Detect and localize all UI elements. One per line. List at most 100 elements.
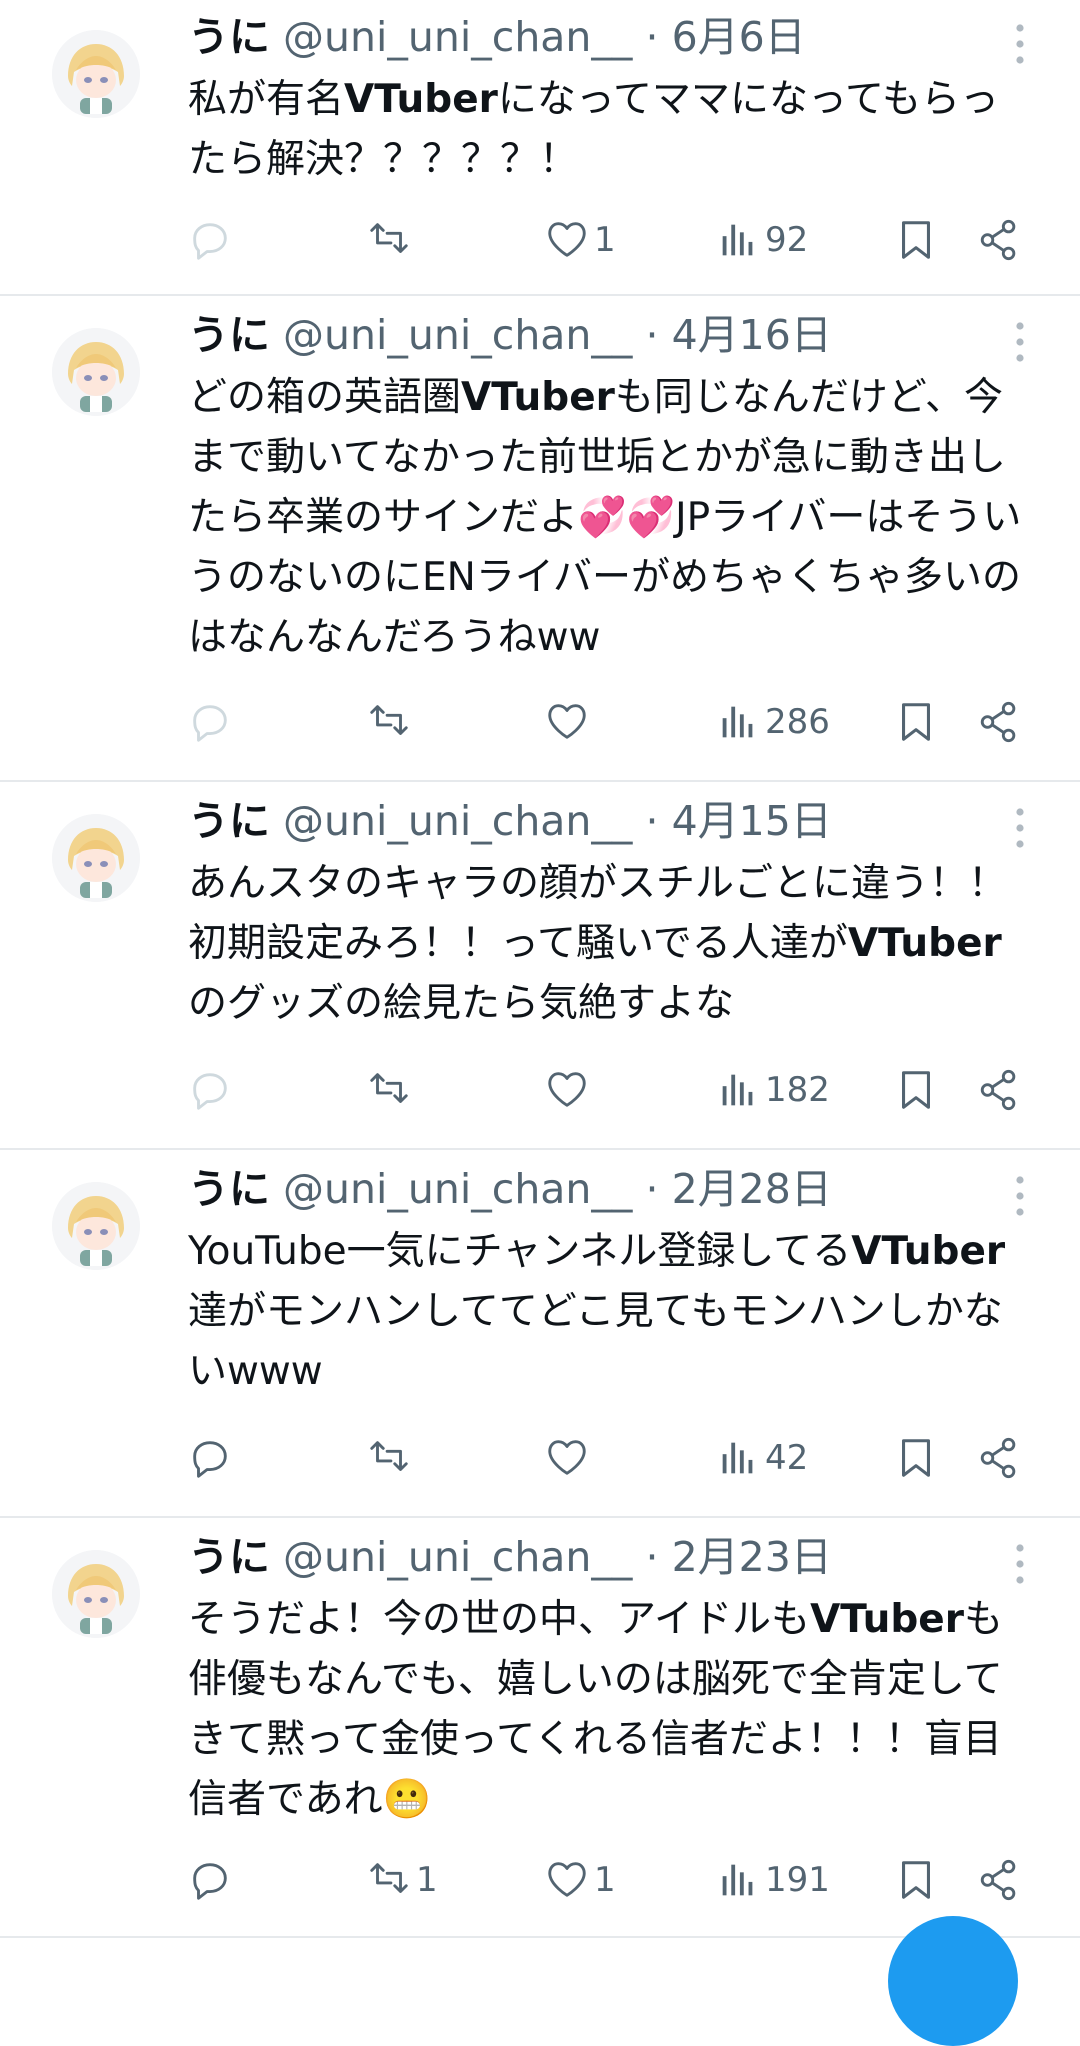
share-icon (976, 1435, 1022, 1481)
retweet-icon (366, 1857, 412, 1903)
like-count: 1 (594, 220, 616, 260)
avatar[interactable] (52, 1182, 140, 1270)
like-button[interactable]: 1 (544, 210, 616, 270)
like-button[interactable] (544, 692, 594, 752)
text-segment: のグッズの絵見たら気絶すよな (188, 981, 735, 1026)
text-segment: YouTube一気にチャンネル登録してる (188, 1229, 852, 1274)
bookmark-button[interactable] (893, 1060, 939, 1120)
bookmark-button[interactable] (893, 1428, 939, 1488)
user-handle[interactable]: @uni_uni_chan__ (283, 311, 632, 359)
share-button[interactable] (976, 210, 1022, 270)
bookmark-icon (893, 1857, 939, 1903)
compose-button[interactable] (888, 1916, 1018, 2046)
tweet[interactable]: うに @uni_uni_chan__ · 4月16日 どの箱の英語圏VTuberも… (0, 296, 1080, 782)
retweet-count: 1 (416, 1860, 438, 1900)
text-segment: 私が有名 (188, 77, 345, 122)
more-options-icon[interactable] (1008, 1542, 1032, 1586)
separator: · (645, 797, 659, 845)
action-bar: 1 1 191 (0, 1850, 1080, 1910)
action-bar: 42 (0, 1428, 1080, 1488)
more-options-icon[interactable] (1008, 320, 1032, 364)
display-name[interactable]: うに (188, 13, 270, 61)
like-button[interactable] (544, 1060, 594, 1120)
tweet-text: あんスタのキャラの顔がスチルごとに違う！！初期設定みろ！！って騒いでる人達がVT… (188, 854, 1038, 1034)
bookmark-button[interactable] (893, 1850, 939, 1910)
share-button[interactable] (976, 1850, 1022, 1910)
retweet-button[interactable] (366, 692, 416, 752)
action-bar: 182 (0, 1060, 1080, 1120)
tweet-text: 私が有名VTuberになってママになってもらったら解決？？？？？！ (188, 70, 1038, 190)
retweet-button[interactable]: 1 (366, 1850, 438, 1910)
like-button[interactable] (544, 1428, 594, 1488)
share-icon (976, 217, 1022, 263)
more-options-icon[interactable] (1008, 806, 1032, 850)
user-handle[interactable]: @uni_uni_chan__ (283, 1533, 632, 1581)
tweet-date[interactable]: 2月28日 (672, 1165, 832, 1213)
text-segment: そうだよ！今の世の中、アイドルも (188, 1597, 811, 1642)
share-button[interactable] (976, 692, 1022, 752)
like-count: 1 (594, 1860, 616, 1900)
text-segment: どの箱の英語圏 (188, 375, 462, 420)
bookmark-button[interactable] (893, 210, 939, 270)
avatar[interactable] (52, 328, 140, 416)
tweet-date[interactable]: 6月6日 (672, 13, 806, 61)
avatar[interactable] (52, 814, 140, 902)
tweet-date[interactable]: 4月15日 (672, 797, 832, 845)
action-bar: 1 92 (0, 210, 1080, 270)
share-button[interactable] (976, 1428, 1022, 1488)
tweet-feed: うに @uni_uni_chan__ · 6月6日私が有名VTuberになってマ… (0, 0, 1080, 1938)
reply-icon (187, 1067, 233, 1113)
reply-button[interactable] (187, 1428, 237, 1488)
reply-icon (187, 217, 233, 263)
views-button[interactable]: 182 (715, 1060, 830, 1120)
retweet-button[interactable] (366, 210, 416, 270)
reply-button[interactable] (187, 692, 237, 752)
more-options-icon[interactable] (1008, 22, 1032, 66)
bold-keyword: VTuber (847, 921, 1002, 966)
user-handle[interactable]: @uni_uni_chan__ (283, 1165, 632, 1213)
user-handle[interactable]: @uni_uni_chan__ (283, 797, 632, 845)
like-icon (544, 699, 590, 745)
retweet-button[interactable] (366, 1428, 416, 1488)
views-button[interactable]: 286 (715, 692, 830, 752)
avatar[interactable] (52, 30, 140, 118)
tweet-date[interactable]: 4月16日 (672, 311, 832, 359)
share-button[interactable] (976, 1060, 1022, 1120)
avatar[interactable] (52, 1550, 140, 1638)
more-options-icon[interactable] (1008, 1174, 1032, 1218)
bold-keyword: VTuber (344, 77, 498, 122)
retweet-button[interactable] (366, 1060, 416, 1120)
like-icon (544, 1435, 590, 1481)
views-count: 286 (765, 702, 830, 742)
bookmark-button[interactable] (893, 692, 939, 752)
views-icon (715, 699, 761, 745)
tweet[interactable]: うに @uni_uni_chan__ · 2月28日 YouTube一気にチャンネ… (0, 1150, 1080, 1518)
reply-icon (187, 1857, 233, 1903)
tweet-date[interactable]: 2月23日 (672, 1533, 832, 1581)
views-button[interactable]: 191 (715, 1850, 830, 1910)
display-name[interactable]: うに (188, 797, 270, 845)
user-handle[interactable]: @uni_uni_chan__ (283, 13, 632, 61)
separator: · (645, 311, 659, 359)
tweet[interactable]: うに @uni_uni_chan__ · 6月6日 私が有名VTuberになってマ… (0, 0, 1080, 296)
tweet[interactable]: うに @uni_uni_chan__ · 4月15日あんスタのキャラの顔がスチル… (0, 782, 1080, 1150)
reply-button[interactable] (187, 1060, 237, 1120)
reply-button[interactable] (187, 1850, 237, 1910)
tweet[interactable]: うに @uni_uni_chan__ · 2月23日 そうだよ！今の世の中、アイド… (0, 1518, 1080, 1938)
bookmark-icon (893, 699, 939, 745)
views-button[interactable]: 92 (715, 210, 808, 270)
bold-keyword: VTuber (810, 1597, 964, 1642)
views-icon (715, 1435, 761, 1481)
reply-button[interactable] (187, 210, 237, 270)
tweet-header: うに @uni_uni_chan__ · 2月28日 (188, 1164, 832, 1214)
display-name[interactable]: うに (188, 1533, 270, 1581)
text-segment: 達がモンハンしててどこ見てもモンハンしかないwww (188, 1289, 1003, 1394)
views-button[interactable]: 42 (715, 1428, 808, 1488)
share-icon (976, 699, 1022, 745)
like-icon (544, 1857, 590, 1903)
like-button[interactable]: 1 (544, 1850, 616, 1910)
views-count: 92 (765, 220, 809, 260)
display-name[interactable]: うに (188, 311, 270, 359)
display-name[interactable]: うに (188, 1165, 270, 1213)
views-count: 42 (765, 1438, 809, 1478)
